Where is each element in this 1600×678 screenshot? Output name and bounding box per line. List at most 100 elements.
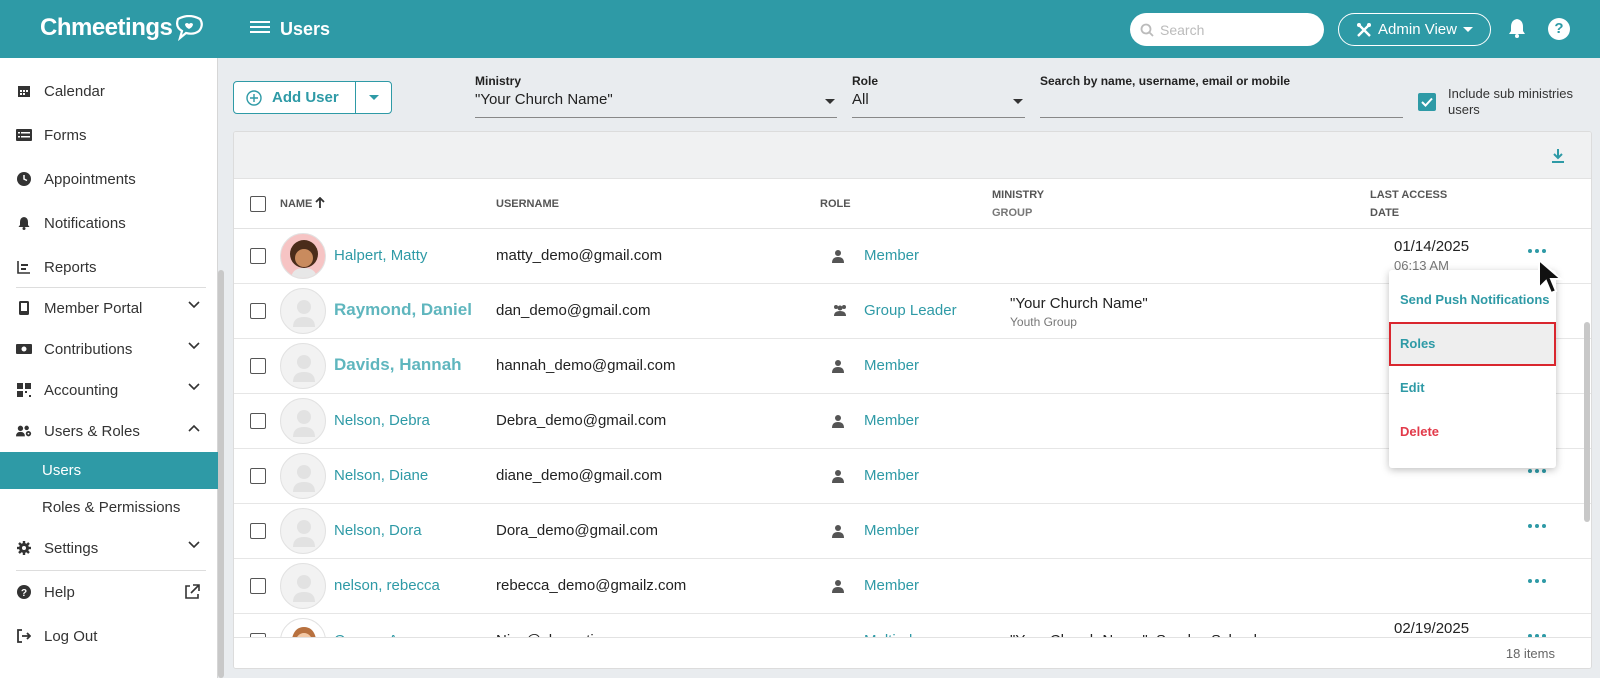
column-header-role[interactable]: ROLE <box>820 195 851 213</box>
sidebar-item-users-roles[interactable]: Users & Roles <box>0 413 218 449</box>
user-name-link[interactable]: Nelson, Dora <box>334 522 422 539</box>
sidebar-scrollbar[interactable] <box>218 270 224 678</box>
role-filter[interactable]: Role All <box>852 74 1025 118</box>
mobile-icon <box>16 300 32 316</box>
add-user-dropdown-button[interactable] <box>356 82 391 113</box>
table-row[interactable]: Nelson, Diane diane_demo@gmail.com Membe… <box>234 449 1591 504</box>
sidebar-item-roles-permissions[interactable]: Roles & Permissions <box>0 489 218 525</box>
edit-menu-item[interactable]: Edit <box>1389 366 1556 410</box>
grid-header: NAME USERNAME ROLE MINISTRY GROUP LAST A… <box>234 179 1591 229</box>
sidebar: Calendar Forms Appointments Notification… <box>0 58 218 678</box>
sidebar-item-forms[interactable]: Forms <box>0 117 218 153</box>
user-name-link[interactable]: Nelson, Debra <box>334 412 430 429</box>
sidebar-item-label: Accounting <box>44 381 119 399</box>
user-name-link[interactable]: Nelson, Diane <box>334 467 428 484</box>
sidebar-item-accounting[interactable]: Accounting <box>0 372 218 408</box>
mouse-cursor-icon <box>1538 258 1564 295</box>
row-checkbox[interactable] <box>250 523 266 539</box>
user-name-link[interactable]: Halpert, Matty <box>334 247 427 264</box>
ministry-filter[interactable]: Ministry "Your Church Name" <box>475 74 837 118</box>
role-link[interactable]: Member <box>864 412 919 429</box>
column-header-ministry[interactable]: MINISTRY <box>992 186 1044 204</box>
row-checkbox[interactable] <box>250 468 266 484</box>
column-header-username[interactable]: USERNAME <box>496 195 559 213</box>
username-cell: diane_demo@gmail.com <box>496 467 663 484</box>
user-name-link[interactable]: Davids, Hannah <box>334 355 462 375</box>
sidebar-item-reports[interactable]: Reports <box>0 249 218 285</box>
row-checkbox[interactable] <box>250 303 266 319</box>
more-options-icon[interactable] <box>1528 249 1546 253</box>
delete-menu-item[interactable]: Delete <box>1389 410 1556 454</box>
column-header-last-access[interactable]: LAST ACCESS <box>1370 186 1447 204</box>
gear-icon <box>16 540 32 556</box>
sidebar-item-label: Log Out <box>44 627 98 645</box>
ministry-select[interactable]: "Your Church Name" <box>475 91 837 118</box>
sidebar-item-calendar[interactable]: Calendar <box>0 73 218 109</box>
table-row[interactable]: Davids, Hannah hannah_demo@gmail.com Mem… <box>234 339 1591 394</box>
sidebar-item-label: Settings <box>44 539 99 557</box>
chevron-down-icon <box>188 342 200 350</box>
row-checkbox[interactable] <box>250 413 266 429</box>
help-icon[interactable]: ? <box>1548 18 1570 40</box>
user-name-link[interactable]: Raymond, Daniel <box>334 300 472 320</box>
username-cell: Dora_demo@gmail.com <box>496 522 658 539</box>
role-link[interactable]: Member <box>864 522 919 539</box>
role-link[interactable]: Member <box>864 357 919 374</box>
sidebar-item-help[interactable]: ? Help <box>0 574 218 610</box>
grid-scrollbar[interactable] <box>1584 322 1590 522</box>
row-checkbox[interactable] <box>250 248 266 264</box>
username-cell: rebecca_demo@gmailz.com <box>496 577 687 594</box>
table-row[interactable]: Nelson, Dora Dora_demo@gmail.com Member <box>234 504 1591 559</box>
select-all-checkbox[interactable] <box>250 196 266 212</box>
external-link-icon <box>185 584 200 599</box>
sidebar-item-log-out[interactable]: Log Out <box>0 618 218 654</box>
sidebar-item-contributions[interactable]: Contributions <box>0 331 218 367</box>
column-header-group[interactable]: GROUP <box>992 204 1032 222</box>
include-sub-ministries-checkbox[interactable] <box>1418 93 1436 111</box>
app-logo[interactable]: Chmeetings <box>40 14 204 42</box>
sidebar-item-users[interactable]: Users <box>0 452 218 489</box>
ministry-filter-label: Ministry <box>475 74 522 88</box>
role-link[interactable]: Member <box>864 247 919 264</box>
clock-icon <box>16 171 32 187</box>
role-link[interactable]: Group Leader <box>864 302 957 319</box>
add-user-button[interactable]: Add User <box>234 82 356 113</box>
group-icon <box>834 305 846 316</box>
sidebar-item-label: Help <box>44 583 75 601</box>
more-options-icon[interactable] <box>1528 579 1546 583</box>
send-push-notifications-menu-item[interactable]: Send Push Notifications <box>1389 278 1556 322</box>
grid-footer: 18 items <box>234 637 1591 668</box>
sidebar-item-label: Notifications <box>44 214 126 232</box>
user-search-filter[interactable]: Search by name, username, email or mobil… <box>1040 74 1403 118</box>
column-header-date[interactable]: DATE <box>1370 204 1399 222</box>
admin-view-button[interactable]: Admin View <box>1338 13 1491 46</box>
role-select[interactable]: All <box>852 91 1025 118</box>
roles-menu-item[interactable]: Roles <box>1389 322 1556 366</box>
role-link[interactable]: Member <box>864 467 919 484</box>
row-checkbox[interactable] <box>250 578 266 594</box>
table-row[interactable]: Halpert, Matty matty_demo@gmail.com Memb… <box>234 229 1591 284</box>
table-row[interactable]: Nelson, Debra Debra_demo@gmail.com Membe… <box>234 394 1591 449</box>
sidebar-item-notifications[interactable]: Notifications <box>0 205 218 241</box>
user-name-link[interactable]: nelson, rebecca <box>334 577 440 594</box>
sidebar-divider <box>16 570 206 571</box>
table-row[interactable]: Raymond, Daniel dan_demo@gmail.com Group… <box>234 284 1591 339</box>
sidebar-item-member-portal[interactable]: Member Portal <box>0 290 218 326</box>
global-search[interactable] <box>1130 13 1324 46</box>
more-options-icon[interactable] <box>1528 469 1546 473</box>
row-checkbox[interactable] <box>250 358 266 374</box>
sidebar-item-appointments[interactable]: Appointments <box>0 161 218 197</box>
bell-icon[interactable] <box>1508 18 1526 38</box>
sidebar-item-settings[interactable]: Settings <box>0 530 218 566</box>
more-options-icon[interactable] <box>1528 524 1546 528</box>
person-icon <box>832 250 844 263</box>
table-row[interactable]: nelson, rebecca rebecca_demo@gmailz.com … <box>234 559 1591 614</box>
hamburger-menu-icon[interactable] <box>250 18 270 38</box>
role-link[interactable]: Member <box>864 577 919 594</box>
user-search-input[interactable] <box>1040 91 1403 118</box>
global-search-input[interactable] <box>1160 21 1310 38</box>
tools-icon <box>1357 22 1372 37</box>
column-header-name[interactable]: NAME <box>280 195 326 213</box>
download-icon[interactable] <box>1551 148 1565 164</box>
column-label: NAME <box>280 198 313 210</box>
